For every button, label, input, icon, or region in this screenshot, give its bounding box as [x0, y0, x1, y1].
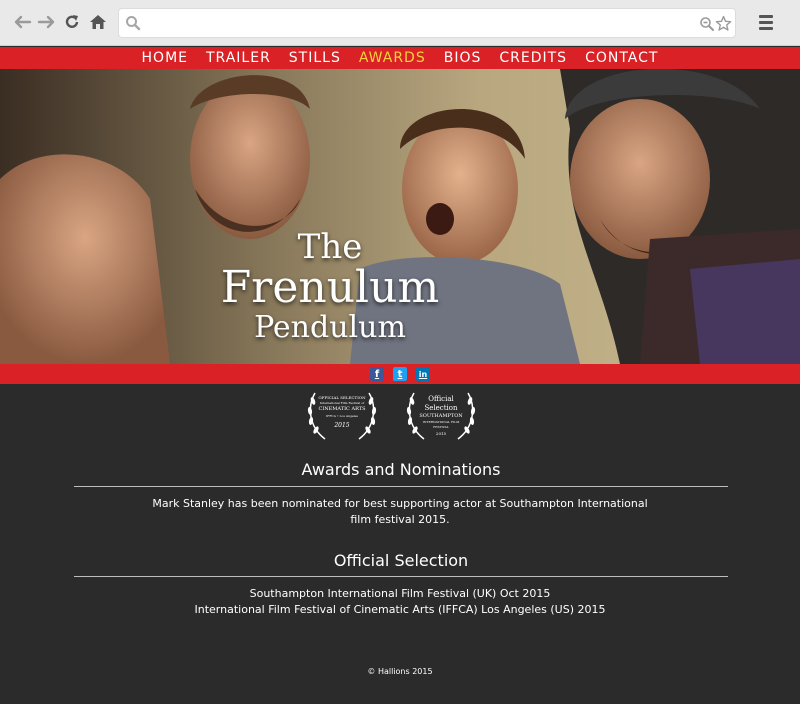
social-bar: f t in [0, 364, 800, 384]
back-arrow-icon[interactable] [10, 10, 34, 34]
laurel-line: CINEMATIC ARTS [318, 406, 366, 412]
laurel-text-southampton: Official Selection SOUTHAMPTON INTERNATI… [416, 395, 466, 437]
laurel-text-iffca: OFFICIAL SELECTION International Film Fe… [317, 395, 367, 433]
hero-title-line1: The [297, 227, 363, 267]
facebook-icon[interactable]: f [370, 367, 384, 381]
nav-credits[interactable]: CREDITS [490, 47, 576, 69]
twitter-icon[interactable]: t [393, 367, 407, 381]
browser-toolbar [0, 0, 800, 46]
laurel-line: Official [428, 395, 454, 403]
divider [74, 486, 728, 487]
nav-contact[interactable]: CONTACT [576, 47, 667, 69]
hero-title-line3: Pendulum [254, 310, 406, 345]
divider [74, 576, 728, 577]
laurel-badge-iffca: OFFICIAL SELECTION International Film Fe… [305, 389, 379, 441]
search-icon [125, 15, 141, 35]
selection-heading: Official Selection [333, 551, 469, 570]
nav-bios[interactable]: BIOS [435, 47, 491, 69]
footer-copyright: © Hallions 2015 [367, 667, 433, 676]
laurel-badge-southampton: Official Selection SOUTHAMPTON INTERNATI… [404, 389, 478, 441]
hero-title: The Frenulum Pendulum [200, 229, 460, 345]
site-navigation: HOME TRAILER STILLS AWARDS BIOS CREDITS … [0, 47, 800, 69]
hero-image: The Frenulum Pendulum [0, 69, 800, 364]
laurel-line: 2015 [334, 422, 350, 429]
awards-text: Mark Stanley has been nominated for best… [152, 497, 648, 526]
star-icon[interactable] [715, 15, 732, 36]
laurel-line: 2015 [435, 431, 447, 436]
hamburger-icon[interactable] [752, 10, 780, 36]
linkedin-icon[interactable]: in [416, 367, 430, 381]
nav-trailer[interactable]: TRAILER [197, 47, 280, 69]
nav-stills[interactable]: STILLS [280, 47, 350, 69]
awards-heading: Awards and Nominations [301, 460, 501, 479]
hero-title-line2: Frenulum [220, 262, 440, 313]
reload-icon[interactable] [60, 10, 84, 34]
nav-home[interactable]: HOME [133, 47, 197, 69]
laurel-line: SOUTHAMPTON [419, 413, 463, 419]
selection-line-1: Southampton International Film Festival … [249, 587, 551, 600]
laurel-line: INTERNATIONAL FILM FESTIVAL [422, 420, 460, 429]
address-bar[interactable] [118, 8, 736, 38]
zoom-icon[interactable] [699, 16, 715, 36]
nav-awards[interactable]: AWARDS [350, 47, 435, 69]
forward-arrow-icon[interactable] [35, 10, 59, 34]
home-icon[interactable] [86, 10, 110, 34]
selection-line-2: International Film Festival of Cinematic… [194, 603, 606, 616]
laurel-line: Selection [424, 404, 458, 412]
